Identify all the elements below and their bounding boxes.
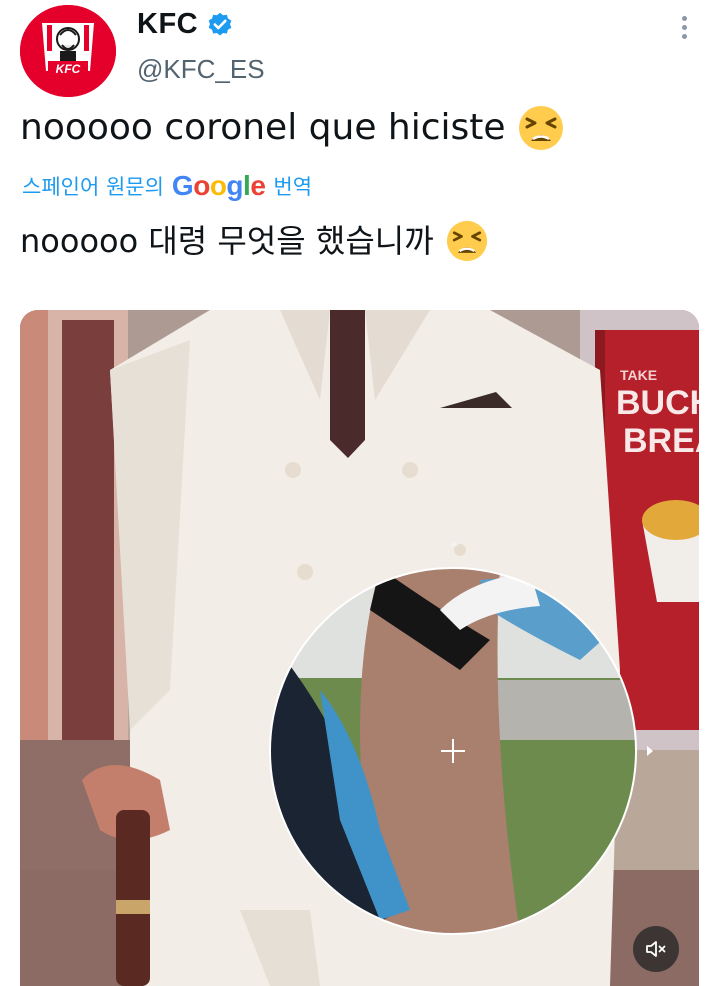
translation-suffix: 번역 [273, 175, 313, 199]
translated-text-content: nooooo 대령 무엇을 했습니까 [20, 222, 434, 260]
translation-prefix: 스페인어 원문의 [22, 175, 164, 199]
account-name[interactable]: KFC [137, 8, 198, 41]
tweet-text: nooooo coronel que hiciste [20, 104, 564, 152]
translation-attribution[interactable]: 스페인어 원문의 Google 번역 [22, 170, 312, 202]
verified-badge-icon [208, 12, 232, 35]
account-name-row: KFC [137, 8, 234, 41]
sign-line2-text: BREA [623, 422, 699, 460]
tired-face-emoji-icon [446, 220, 487, 262]
tired-face-emoji-icon [518, 106, 563, 150]
mute-toggle-button[interactable] [633, 926, 679, 972]
sign-line1-text: BUCH [616, 384, 699, 422]
kfc-logo-icon: KFC [20, 5, 116, 97]
tweet-media[interactable]: TAKE BUCH BREA [20, 310, 699, 986]
avatar-logo-text: KFC [56, 62, 81, 76]
more-options-icon[interactable] [676, 16, 692, 42]
account-handle[interactable]: @KFC_ES [137, 54, 265, 85]
sign-take-text: TAKE [620, 367, 657, 383]
speaker-muted-icon [646, 941, 666, 957]
colonel-sanders-photo: TAKE BUCH BREA [20, 310, 699, 986]
tweet-text-content: nooooo coronel que hiciste [20, 107, 506, 148]
translated-text: nooooo 대령 무엇을 했습니까 [20, 218, 488, 264]
avatar[interactable]: KFC [20, 5, 116, 97]
google-logo: Google [171, 170, 266, 201]
